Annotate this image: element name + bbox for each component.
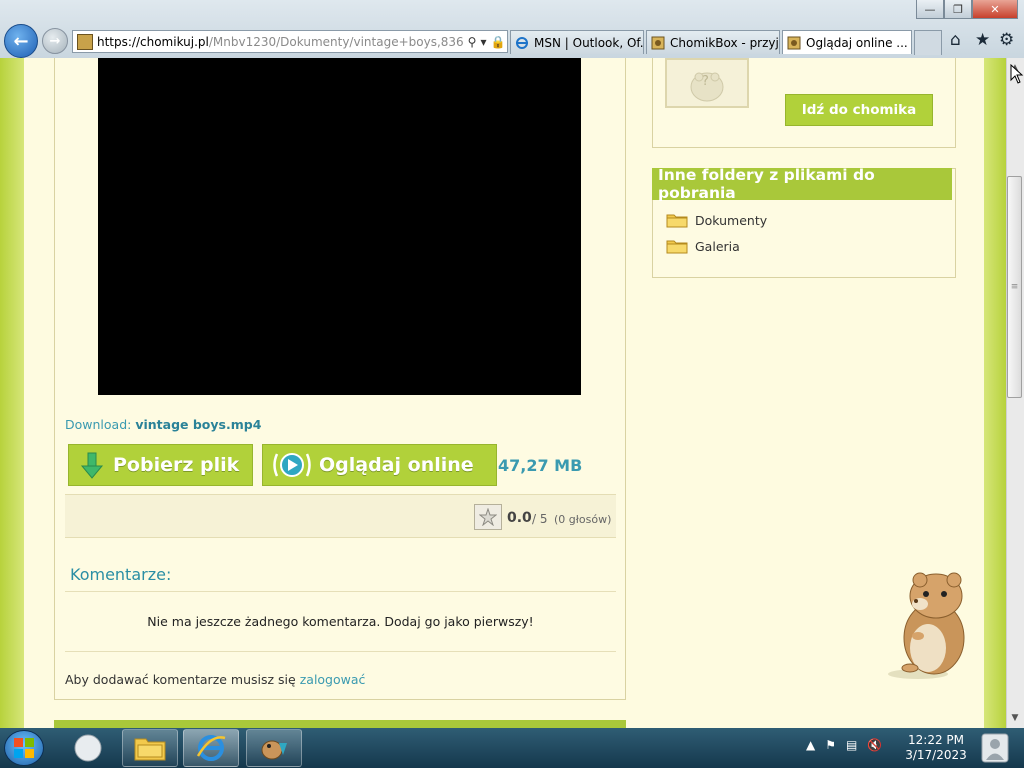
system-tray: ▲ ⚑ ▤ 🔇 bbox=[806, 738, 882, 752]
download-filename-link[interactable]: vintage boys.mp4 bbox=[135, 417, 261, 432]
comments-heading: Komentarze: bbox=[70, 565, 172, 584]
taskbar-clock[interactable]: 12:22 PM 3/17/2023 bbox=[898, 733, 974, 763]
address-bar[interactable]: https://chomikuj.pl/Mnbv1230/Dokumenty/v… bbox=[72, 30, 508, 53]
volume-muted-icon[interactable]: 🔇 bbox=[867, 738, 882, 752]
rating-votes: (0 głosów) bbox=[554, 513, 612, 526]
address-path: /Mnbv1230/Dokumenty/vintage+boys,836 bbox=[208, 34, 464, 49]
windows-logo-icon bbox=[14, 738, 34, 758]
back-button[interactable]: ← bbox=[4, 24, 38, 58]
taskbar-explorer-button[interactable] bbox=[122, 729, 178, 767]
maximize-button[interactable]: ❐ bbox=[944, 0, 972, 19]
favorites-star-icon[interactable]: ★ bbox=[975, 30, 990, 50]
divider bbox=[65, 591, 616, 592]
login-prefix: Aby dodawać komentarze musisz się bbox=[65, 672, 296, 687]
video-player[interactable] bbox=[98, 58, 581, 395]
arrow-left-icon: ← bbox=[13, 30, 29, 52]
rating-max: / 5 bbox=[532, 512, 548, 526]
download-file-label: Pobierz plik bbox=[113, 454, 240, 476]
close-window-button[interactable]: ✕ bbox=[972, 0, 1018, 19]
star-icon bbox=[479, 508, 497, 526]
ie-icon bbox=[516, 36, 528, 49]
taskbar-app-ball[interactable] bbox=[70, 733, 106, 763]
taskbar-chomikbox-button[interactable] bbox=[246, 729, 302, 767]
login-to-comment-message: Aby dodawać komentarze musisz się zalogo… bbox=[65, 672, 365, 687]
folder-item-galeria[interactable]: Galeria bbox=[666, 238, 740, 254]
window-controls: — ❐ ✕ bbox=[916, 0, 1018, 19]
folder-icon bbox=[134, 738, 166, 761]
footer-bar bbox=[54, 720, 626, 728]
browser-chrome: — ❐ ✕ ← → https://chomikuj.pl/Mnbv1230/D… bbox=[0, 0, 1024, 58]
download-file-button[interactable]: Pobierz plik bbox=[68, 444, 253, 486]
tab-label: Oglądaj online ... bbox=[806, 35, 908, 50]
clock-date: 3/17/2023 bbox=[905, 748, 967, 762]
divider bbox=[65, 651, 616, 652]
tab-label: MSN | Outlook, Of... bbox=[534, 35, 644, 50]
new-tab-button[interactable] bbox=[914, 30, 942, 55]
play-icon bbox=[271, 450, 313, 480]
minimize-button[interactable]: — bbox=[916, 0, 944, 19]
tab-chomikbox[interactable]: ChomikBox - przyj... bbox=[646, 30, 780, 54]
scroll-down-arrow-icon[interactable]: ▼ bbox=[1006, 710, 1024, 726]
tab-ogladaj-online[interactable]: Oglądaj online ... ✕ bbox=[782, 30, 912, 54]
chomik-icon bbox=[651, 36, 665, 49]
download-prefix: Download: bbox=[65, 417, 132, 432]
avatar[interactable]: ? bbox=[665, 58, 749, 108]
no-comments-message: Nie ma jeszcze żadnego komentarza. Dodaj… bbox=[147, 614, 534, 629]
rate-star-button[interactable] bbox=[474, 504, 502, 530]
watch-online-button[interactable]: Oglądaj online bbox=[262, 444, 497, 486]
login-link[interactable]: zalogować bbox=[300, 672, 366, 687]
arrow-right-icon: → bbox=[49, 33, 61, 49]
folder-label: Galeria bbox=[695, 238, 740, 254]
left-decorative-band bbox=[0, 58, 24, 728]
watch-online-label: Oglądaj online bbox=[319, 454, 474, 476]
avatar-question-mark: ? bbox=[702, 74, 709, 89]
forward-button[interactable]: → bbox=[42, 28, 68, 54]
download-arrow-icon bbox=[77, 450, 107, 480]
go-to-chomik-button[interactable]: Idź do chomika bbox=[785, 94, 933, 126]
tab-msn[interactable]: MSN | Outlook, Of... bbox=[510, 30, 644, 54]
right-decorative-band bbox=[984, 58, 1006, 728]
user-icon bbox=[981, 733, 1009, 763]
file-size: 47,27 MB bbox=[498, 456, 583, 475]
dropdown-icon[interactable]: ▾ bbox=[480, 35, 486, 49]
web-page: Download: vintage boys.mp4 Pobierz plik … bbox=[0, 58, 1006, 728]
other-folders-heading: Inne foldery z plikami do pobrania bbox=[652, 166, 952, 202]
download-link-line: Download: vintage boys.mp4 bbox=[65, 417, 261, 432]
settings-gear-icon[interactable]: ⚙ bbox=[999, 30, 1014, 50]
folder-item-dokumenty[interactable]: Dokumenty bbox=[666, 212, 767, 228]
ie-icon bbox=[196, 735, 226, 761]
ball-icon bbox=[74, 734, 102, 762]
folder-label: Dokumenty bbox=[695, 212, 768, 228]
network-icon[interactable]: ▤ bbox=[846, 738, 857, 752]
folder-icon bbox=[666, 214, 688, 228]
lock-icon[interactable]: 🔒 bbox=[491, 35, 506, 49]
hamster-mascot-icon[interactable] bbox=[884, 570, 974, 680]
taskbar-ie-button[interactable] bbox=[183, 729, 239, 767]
mouse-cursor-icon bbox=[1010, 64, 1024, 84]
address-tools: ⚲ ▾ 🔒 ↻ ✕ bbox=[463, 34, 507, 49]
chomikbox-icon bbox=[261, 740, 287, 760]
search-icon[interactable]: ⚲ bbox=[468, 35, 477, 49]
site-favicon bbox=[77, 33, 93, 50]
chomik-icon bbox=[787, 36, 801, 49]
start-button[interactable] bbox=[4, 730, 44, 766]
user-tile-button[interactable] bbox=[978, 731, 1012, 765]
rating-score: 0.0 bbox=[507, 510, 532, 526]
address-host: https://chomikuj.pl bbox=[97, 34, 209, 49]
home-icon[interactable]: ⌂ bbox=[950, 30, 961, 50]
action-center-flag-icon[interactable]: ⚑ bbox=[825, 738, 836, 752]
tab-label: ChomikBox - przyj... bbox=[670, 35, 780, 50]
scrollbar-thumb[interactable]: ≡ bbox=[1007, 176, 1022, 398]
folder-icon bbox=[666, 240, 688, 254]
show-hidden-icons-arrow-icon[interactable]: ▲ bbox=[806, 738, 815, 752]
clock-time: 12:22 PM bbox=[908, 733, 964, 747]
